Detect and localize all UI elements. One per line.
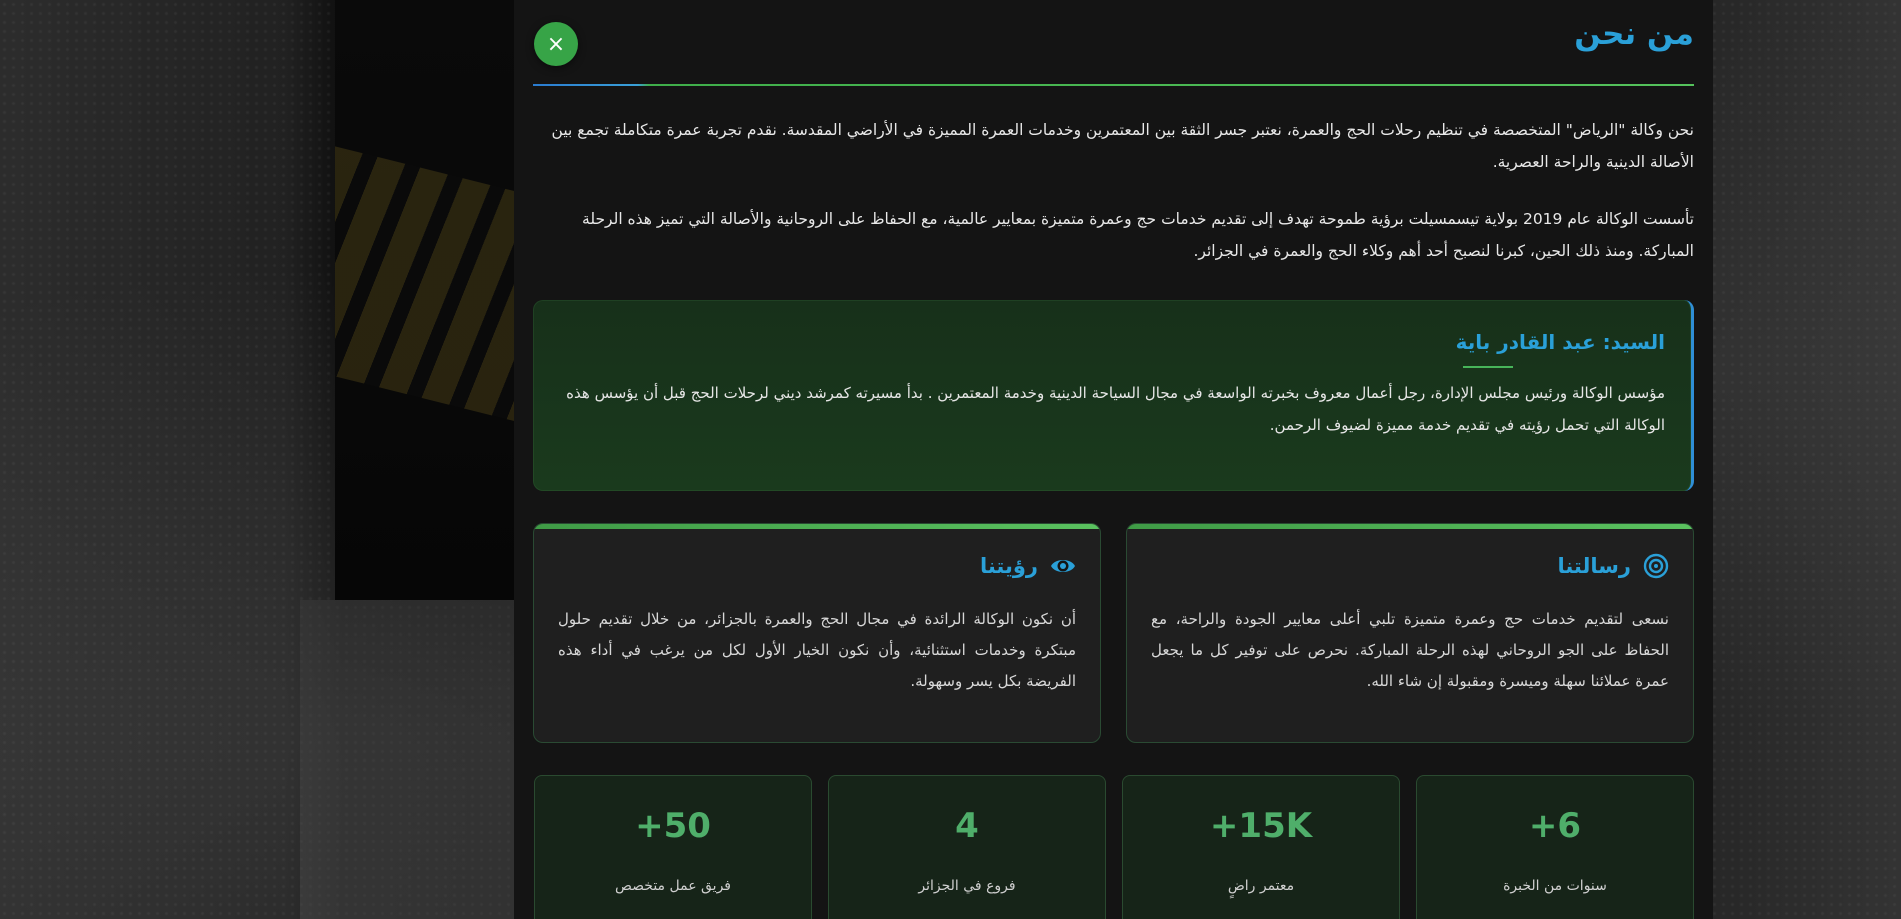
stat-label: فريق عمل متخصص xyxy=(615,878,731,894)
founder-bio: مؤسس الوكالة ورئيس مجلس الإدارة، رجل أعم… xyxy=(566,384,1665,434)
eye-icon xyxy=(1051,560,1075,572)
stat-value: +6 xyxy=(1528,806,1582,846)
stat-label: سنوات من الخبرة xyxy=(1503,878,1607,894)
header-divider xyxy=(533,84,1694,86)
stat-value: +50 xyxy=(635,806,711,846)
about-modal: من نحن × نحن وكالة "الرياض" المتخصصة في … xyxy=(514,0,1713,919)
stat-value: +15K xyxy=(1209,806,1313,846)
close-button[interactable]: × xyxy=(534,22,578,66)
modal-header: من نحن × xyxy=(533,0,1694,86)
stat-value: 4 xyxy=(955,806,979,846)
stat-card-experience: +6 سنوات من الخبرة xyxy=(1416,775,1694,919)
vision-card: رؤيتنا أن نكون الوكالة الرائدة في مجال ا… xyxy=(533,523,1101,743)
mission-card: رسالتنا نسعى لتقديم خدمات حج وعمرة متميز… xyxy=(1126,523,1694,743)
stat-card-team: +50 فريق عمل متخصص xyxy=(534,775,812,919)
stat-card-clients: +15K معتمر راضٍ xyxy=(1122,775,1400,919)
vision-text: أن نكون الوكالة الرائدة في مجال الحج وال… xyxy=(558,610,1076,690)
target-icon xyxy=(1643,553,1669,579)
stat-label: فروع في الجزائر xyxy=(918,878,1016,894)
vision-header: رؤيتنا xyxy=(980,553,1076,579)
vision-title: رؤيتنا xyxy=(979,554,1038,578)
mission-title: رسالتنا xyxy=(1557,554,1631,578)
founder-underline xyxy=(1463,366,1513,368)
modal-title: من نحن xyxy=(1574,16,1694,52)
mission-header: رسالتنا xyxy=(1557,553,1669,579)
stat-label: معتمر راضٍ xyxy=(1227,878,1295,894)
stat-card-branches: 4 فروع في الجزائر xyxy=(828,775,1106,919)
history-paragraph: تأسست الوكالة عام 2019 بولاية تيسمسيلت ب… xyxy=(582,210,1694,260)
mission-text: نسعى لتقديم خدمات حج وعمرة متميزة تلبي أ… xyxy=(1151,610,1669,690)
founder-name: السيد: عبد القادر باية xyxy=(1455,330,1665,354)
close-icon: × xyxy=(546,32,566,57)
intro-paragraph: نحن وكالة "الرياض" المتخصصة في تنظيم رحل… xyxy=(551,121,1694,171)
founder-card: السيد: عبد القادر باية مؤسس الوكالة ورئي… xyxy=(533,300,1694,491)
modal-content: من نحن × نحن وكالة "الرياض" المتخصصة في … xyxy=(533,0,1694,919)
